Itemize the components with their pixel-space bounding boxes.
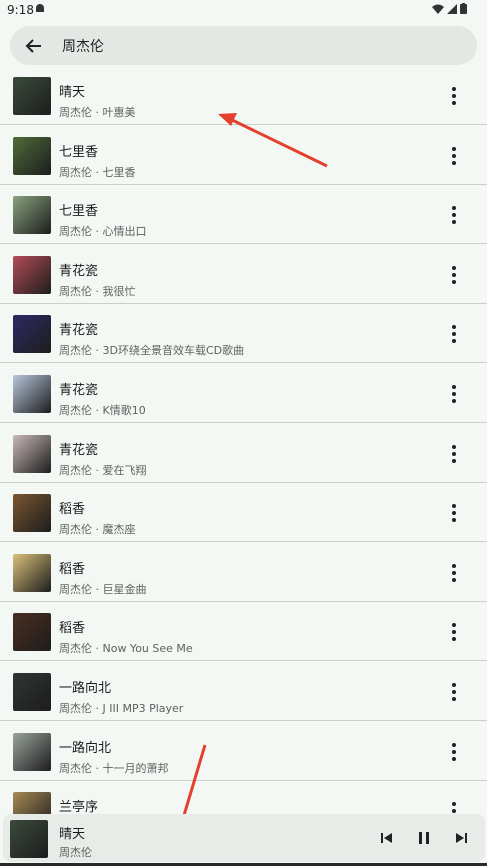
skip-next-icon[interactable] (452, 828, 472, 848)
song-row[interactable]: 青花瓷周杰伦 · 3D环绕全景音效车载CD歌曲 (0, 304, 487, 364)
song-subtitle: 周杰伦 · 七里香 (59, 165, 136, 179)
song-row[interactable]: 七里香周杰伦 · 心情出口 (0, 185, 487, 245)
more-options-icon[interactable] (444, 323, 464, 345)
now-playing-title: 晴天 (59, 827, 86, 842)
back-arrow-icon[interactable] (24, 36, 44, 56)
song-row[interactable]: 稻香周杰伦 · Now You See Me (0, 602, 487, 662)
song-subtitle: 周杰伦 · 十一月的萧邦 (59, 761, 169, 775)
song-row[interactable]: 稻香周杰伦 · 魔杰座 (0, 483, 487, 543)
signal-icon (447, 3, 457, 14)
now-playing-cover (10, 820, 48, 858)
wifi-icon (432, 4, 444, 14)
more-options-icon[interactable] (444, 443, 464, 465)
song-row[interactable]: 稻香周杰伦 · 巨星金曲 (0, 543, 487, 602)
song-row[interactable]: 一路向北周杰伦 · 十一月的萧邦 (0, 722, 487, 781)
android-icon (36, 4, 44, 12)
more-options-icon[interactable] (444, 383, 464, 405)
album-cover (13, 494, 51, 533)
song-row[interactable]: 青花瓷周杰伦 · 爱在飞翔 (0, 424, 487, 483)
song-title: 晴天 (59, 85, 86, 100)
song-row[interactable]: 七里香周杰伦 · 七里香 (0, 126, 487, 185)
song-subtitle: 周杰伦 · J III MP3 Player (59, 702, 184, 715)
song-row[interactable]: 一路向北周杰伦 · J III MP3 Player (0, 662, 487, 721)
album-cover (13, 315, 51, 354)
now-playing-artist: 周杰伦 (59, 846, 92, 859)
song-title: 七里香 (59, 204, 99, 220)
more-options-icon[interactable] (444, 741, 464, 763)
song-subtitle: 周杰伦 · 魔杰座 (59, 523, 136, 537)
more-options-icon[interactable] (444, 264, 464, 286)
song-title: 兰亭序 (59, 800, 99, 814)
album-cover (13, 792, 51, 814)
song-subtitle: 周杰伦 · 叶惠美 (59, 106, 136, 119)
battery-icon (460, 3, 467, 14)
song-subtitle: 周杰伦 · 心情出口 (59, 225, 147, 239)
song-row[interactable]: 青花瓷周杰伦 · 我很忙 (0, 245, 487, 304)
song-subtitle: 周杰伦 · 巨星金曲 (59, 582, 147, 596)
status-time: 9:18 (7, 3, 34, 17)
song-subtitle: 周杰伦 · K情歌10 (59, 404, 146, 417)
song-title: 稻香 (59, 621, 86, 637)
more-options-icon[interactable] (444, 204, 464, 226)
song-row[interactable]: 兰亭序 (0, 781, 487, 814)
song-row[interactable]: 青花瓷周杰伦 · K情歌10 (0, 364, 487, 423)
search-query[interactable]: 周杰伦 (62, 36, 104, 56)
song-title: 七里香 (59, 144, 99, 160)
song-title: 一路向北 (59, 681, 112, 696)
more-options-icon[interactable] (444, 502, 464, 524)
more-options-icon[interactable] (444, 562, 464, 584)
song-list[interactable]: 晴天 周杰伦 · 叶惠美 七里香 周杰伦 · 七里香 七里香 周杰伦 · 心情出口 青花瓷周… (0, 66, 487, 814)
more-options-icon[interactable] (444, 800, 464, 814)
song-title: 青花瓷 (59, 442, 99, 458)
now-playing-bar[interactable]: 晴天 周杰伦 (3, 814, 485, 862)
song-title: 稻香 (59, 561, 86, 577)
pause-icon[interactable] (414, 828, 434, 848)
album-cover (13, 255, 51, 294)
song-subtitle: 周杰伦 · 爱在飞翔 (59, 463, 147, 477)
more-options-icon[interactable] (444, 681, 464, 703)
album-cover (13, 732, 51, 771)
song-title: 一路向北 (59, 740, 112, 756)
album-cover (13, 553, 51, 592)
system-icons (432, 3, 467, 14)
song-title: 青花瓷 (59, 323, 99, 339)
search-bar[interactable]: 周杰伦 (10, 26, 477, 65)
skip-previous-icon[interactable] (376, 828, 396, 848)
song-subtitle: 周杰伦 · 3D环绕全景音效车载CD歌曲 (59, 344, 245, 358)
album-cover (13, 196, 51, 235)
album-cover (13, 673, 51, 711)
song-row[interactable]: 晴天周杰伦 · 叶惠美 (0, 66, 487, 125)
album-cover (13, 375, 51, 413)
song-title: 稻香 (59, 502, 86, 518)
more-options-icon[interactable] (444, 145, 464, 167)
album-cover (13, 613, 51, 652)
more-options-icon[interactable] (444, 621, 464, 643)
album-cover (13, 77, 51, 115)
song-title: 青花瓷 (59, 383, 99, 398)
more-options-icon[interactable] (444, 85, 464, 107)
album-cover (13, 136, 51, 175)
song-subtitle: 周杰伦 · 我很忙 (59, 284, 136, 298)
song-title: 青花瓷 (59, 263, 99, 279)
status-bar: 9:18 (0, 0, 487, 22)
song-subtitle: 周杰伦 · Now You See Me (59, 642, 193, 656)
album-cover (13, 434, 51, 473)
